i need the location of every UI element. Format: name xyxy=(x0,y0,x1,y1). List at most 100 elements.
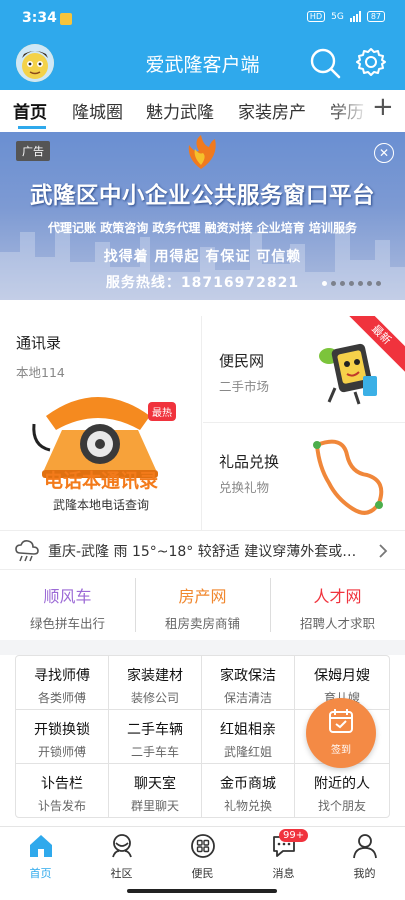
hot-badge: 最热 xyxy=(148,402,176,421)
realestate-category[interactable]: 房产网 租房卖房商铺 xyxy=(135,570,270,640)
service-title: 二手车辆 xyxy=(127,722,183,738)
service-title: 家政保洁 xyxy=(220,668,276,684)
service-title: 金币商城 xyxy=(220,776,276,792)
rideshare-category[interactable]: 顺风车 绿色拼车出行 xyxy=(0,570,135,640)
app-title: 爱武隆客户端 xyxy=(145,54,260,76)
tab-longcheng-circle[interactable]: 隆城圈 xyxy=(72,98,123,123)
convenience-icon xyxy=(191,834,215,858)
signin-button[interactable]: 签到 xyxy=(306,698,376,768)
category-subtitle: 招聘人才求职 xyxy=(299,616,375,631)
category-tabs: 首页 隆城圈 魅力武隆 家装房产 学历 + xyxy=(0,90,405,132)
banner-slogan: 找得着 用得起 有保证 可信赖 xyxy=(103,249,302,265)
service-title: 开锁换锁 xyxy=(34,722,90,738)
add-tab-icon[interactable]: + xyxy=(372,92,394,122)
service-used-cars[interactable]: 二手车辆 二手车车 xyxy=(109,710,202,764)
signin-label: 签到 xyxy=(331,745,351,756)
notification-icon xyxy=(60,13,72,25)
gift-icon xyxy=(313,439,384,515)
gift-exchange-card[interactable]: 礼品兑换 兑换礼物 xyxy=(203,423,405,530)
carousel-dots xyxy=(322,281,381,286)
search-icon[interactable] xyxy=(309,47,341,79)
service-subtitle: 开锁师傅 xyxy=(37,745,86,759)
battery-icon: 87 xyxy=(366,11,385,22)
service-subtitle: 找个朋友 xyxy=(317,799,366,813)
status-time: 3:34 xyxy=(22,10,57,26)
profile-icon xyxy=(353,834,377,859)
community-icon xyxy=(112,834,132,858)
nav-home[interactable]: 首页 xyxy=(0,827,81,883)
nav-profile[interactable]: 我的 xyxy=(324,827,405,883)
ad-banner[interactable]: 广告 ✕ 武隆区中小企业公共服务窗口平台 代理记账 政策咨询 政务代理 融资对接… xyxy=(0,132,405,300)
service-subtitle: 保洁清洁 xyxy=(223,691,272,705)
phonebook-banner-subtitle: 武隆本地电话查询 xyxy=(52,498,149,512)
feature-grid: 通讯录 本地114 最热 电话本通讯录 武隆本地电话查询 便民网 二手市场 最新 xyxy=(0,316,405,530)
close-icon[interactable]: ✕ xyxy=(374,143,394,163)
service-obituary[interactable]: 讣告栏 讣告发布 xyxy=(16,764,109,818)
nav-community[interactable]: 社区 xyxy=(81,827,162,883)
service-home-decor[interactable]: 家装建材 装修公司 xyxy=(109,656,202,710)
service-title: 聊天室 xyxy=(134,776,176,792)
category-row: 顺风车 绿色拼车出行 房产网 租房卖房商铺 人才网 招聘人才求职 xyxy=(0,570,405,640)
bottom-nav: 首页 社区 便民 99+ 消息 我的 xyxy=(0,826,405,882)
service-title: 讣告栏 xyxy=(41,776,83,792)
weather-text: 重庆-武隆 雨 15°~18° 较舒适 建议穿薄外套或… xyxy=(48,544,357,560)
service-subtitle: 群里聊天 xyxy=(130,799,179,813)
service-subtitle: 武隆红姐 xyxy=(223,745,272,759)
service-find-master[interactable]: 寻找师傅 各类师傅 xyxy=(16,656,109,710)
service-matchmaking[interactable]: 红姐相亲 武隆红姐 xyxy=(202,710,295,764)
gift-title: 礼品兑换 xyxy=(219,453,280,471)
service-chatroom[interactable]: 聊天室 群里聊天 xyxy=(109,764,202,818)
tab-charm-wulong[interactable]: 魅力武隆 xyxy=(146,98,214,123)
weather-bar[interactable]: 重庆-武隆 雨 15°~18° 较舒适 建议穿薄外套或… xyxy=(0,530,405,570)
category-subtitle: 绿色拼车出行 xyxy=(29,616,105,631)
chevron-right-icon xyxy=(379,544,388,558)
nav-label: 社区 xyxy=(110,867,133,880)
rain-cloud-icon xyxy=(15,540,39,562)
phonebook-banner-title: 电话本通讯录 xyxy=(43,470,158,492)
service-title: 红姐相亲 xyxy=(220,722,276,738)
network-type: 5G xyxy=(331,11,344,22)
nav-label: 消息 xyxy=(272,867,295,880)
calendar-icon xyxy=(329,709,353,733)
phonebook-title: 通讯录 xyxy=(16,334,62,352)
message-badge: 99+ xyxy=(279,829,309,842)
nav-label: 我的 xyxy=(353,867,376,880)
service-subtitle: 讣告发布 xyxy=(37,799,86,813)
ad-tag: 广告 xyxy=(16,141,50,161)
status-bar: 3:34 HD 5G 87 xyxy=(0,0,405,38)
category-subtitle: 租房卖房商铺 xyxy=(164,616,240,631)
service-locksmith[interactable]: 开锁换锁 开锁师傅 xyxy=(16,710,109,764)
convenience-subtitle: 二手市场 xyxy=(219,379,270,394)
settings-icon[interactable] xyxy=(355,46,387,78)
nav-messages[interactable]: 99+ 消息 xyxy=(243,827,324,883)
tab-home[interactable]: 首页 xyxy=(13,98,47,123)
convenience-title: 便民网 xyxy=(219,352,265,370)
service-subtitle: 装修公司 xyxy=(130,691,179,705)
section-separator xyxy=(0,640,405,655)
app-header: 3:34 HD 5G 87 爱武隆客户端 xyxy=(0,0,405,90)
service-subtitle: 二手车车 xyxy=(130,745,179,759)
convenience-card[interactable]: 便民网 二手市场 最新 xyxy=(203,316,405,423)
tab-home-realestate[interactable]: 家装房产 xyxy=(238,98,306,123)
service-title: 寻找师傅 xyxy=(34,668,90,684)
service-title: 保姆月嫂 xyxy=(314,668,370,684)
service-housekeeping[interactable]: 家政保洁 保洁清洁 xyxy=(202,656,295,710)
service-nearby-people[interactable]: 附近的人 找个朋友 xyxy=(295,764,389,818)
flame-logo-icon xyxy=(188,135,216,169)
nav-label: 便民 xyxy=(191,867,214,880)
category-title: 房产网 xyxy=(178,587,227,606)
service-coin-mall[interactable]: 金币商城 礼物兑换 xyxy=(202,764,295,818)
home-icon xyxy=(30,835,52,857)
jobs-category[interactable]: 人才网 招聘人才求职 xyxy=(270,570,405,640)
service-subtitle: 各类师傅 xyxy=(37,691,86,705)
nav-convenience[interactable]: 便民 xyxy=(162,827,243,883)
signal-icon xyxy=(349,11,361,22)
mascot-icon xyxy=(319,343,377,405)
home-indicator xyxy=(127,889,277,893)
banner-services: 代理记账 政策咨询 政务代理 融资对接 企业培育 培训服务 xyxy=(48,221,357,235)
service-title: 附近的人 xyxy=(314,776,370,792)
phonebook-card[interactable]: 通讯录 本地114 最热 电话本通讯录 武隆本地电话查询 xyxy=(0,316,202,530)
nav-label: 首页 xyxy=(29,867,52,880)
gift-subtitle: 兑换礼物 xyxy=(219,480,270,495)
system-icons: HD 5G 87 xyxy=(306,11,385,22)
